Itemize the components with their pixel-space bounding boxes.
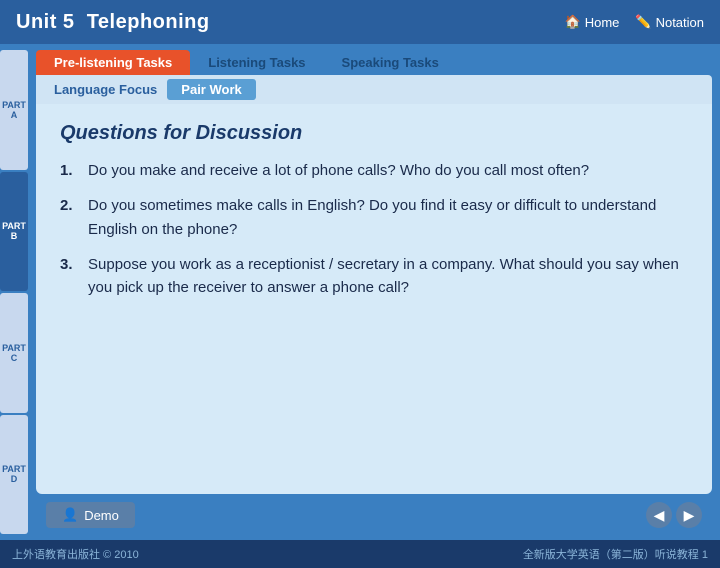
tabs-row: Pre-listening Tasks Listening Tasks Spea… xyxy=(36,50,712,75)
list-item: 1. Do you make and receive a lot of phon… xyxy=(60,159,688,182)
header-nav: 🏠 Home ✏️ Notation xyxy=(565,14,704,30)
side-label-b[interactable]: PART B xyxy=(0,172,28,292)
list-item: 2. Do you sometimes make calls in Englis… xyxy=(60,194,688,241)
demo-button[interactable]: 👤 Demo xyxy=(46,502,135,528)
tab-pre-listening[interactable]: Pre-listening Tasks xyxy=(36,50,190,75)
nav-arrows: ◀ ▶ xyxy=(646,502,702,528)
tab-speaking[interactable]: Speaking Tasks xyxy=(324,50,457,75)
notation-nav-item[interactable]: ✏️ Notation xyxy=(635,14,704,30)
next-button[interactable]: ▶ xyxy=(676,502,702,528)
bottom-bar: 👤 Demo ◀ ▶ xyxy=(36,494,712,534)
list-item: 3. Suppose you work as a receptionist / … xyxy=(60,253,688,300)
subtabs-row: Language Focus Pair Work xyxy=(36,75,712,104)
main-content: Pre-listening Tasks Listening Tasks Spea… xyxy=(28,44,720,540)
side-label-a[interactable]: PART A xyxy=(0,50,28,170)
prev-button[interactable]: ◀ xyxy=(646,502,672,528)
header-title: Unit 5 Telephoning xyxy=(16,11,210,34)
notation-icon: ✏️ xyxy=(635,14,651,30)
tab-listening[interactable]: Listening Tasks xyxy=(190,50,323,75)
footer-right: 全新版大学英语（第二版）听说教程 1 xyxy=(523,546,708,562)
header: Unit 5 Telephoning 🏠 Home ✏️ Notation xyxy=(0,0,720,44)
outer-wrapper: PART A PART B PART C PART D Pre-listenin… xyxy=(0,44,720,540)
footer-left: 上外语教育出版社 © 2010 xyxy=(12,546,139,562)
discussion-title: Questions for Discussion xyxy=(60,122,688,145)
side-label-c[interactable]: PART C xyxy=(0,293,28,413)
home-nav-item[interactable]: 🏠 Home xyxy=(565,14,620,30)
user-icon: 👤 xyxy=(62,507,78,523)
side-label-d[interactable]: PART D xyxy=(0,415,28,535)
side-labels: PART A PART B PART C PART D xyxy=(0,44,28,540)
content-card: Questions for Discussion 1. Do you make … xyxy=(36,104,712,494)
subtab-pair-work[interactable]: Pair Work xyxy=(167,79,255,100)
discussion-list: 1. Do you make and receive a lot of phon… xyxy=(60,159,688,299)
subtab-language-focus[interactable]: Language Focus xyxy=(44,79,167,100)
home-icon: 🏠 xyxy=(565,14,581,30)
footer: 上外语教育出版社 © 2010 全新版大学英语（第二版）听说教程 1 xyxy=(0,540,720,568)
